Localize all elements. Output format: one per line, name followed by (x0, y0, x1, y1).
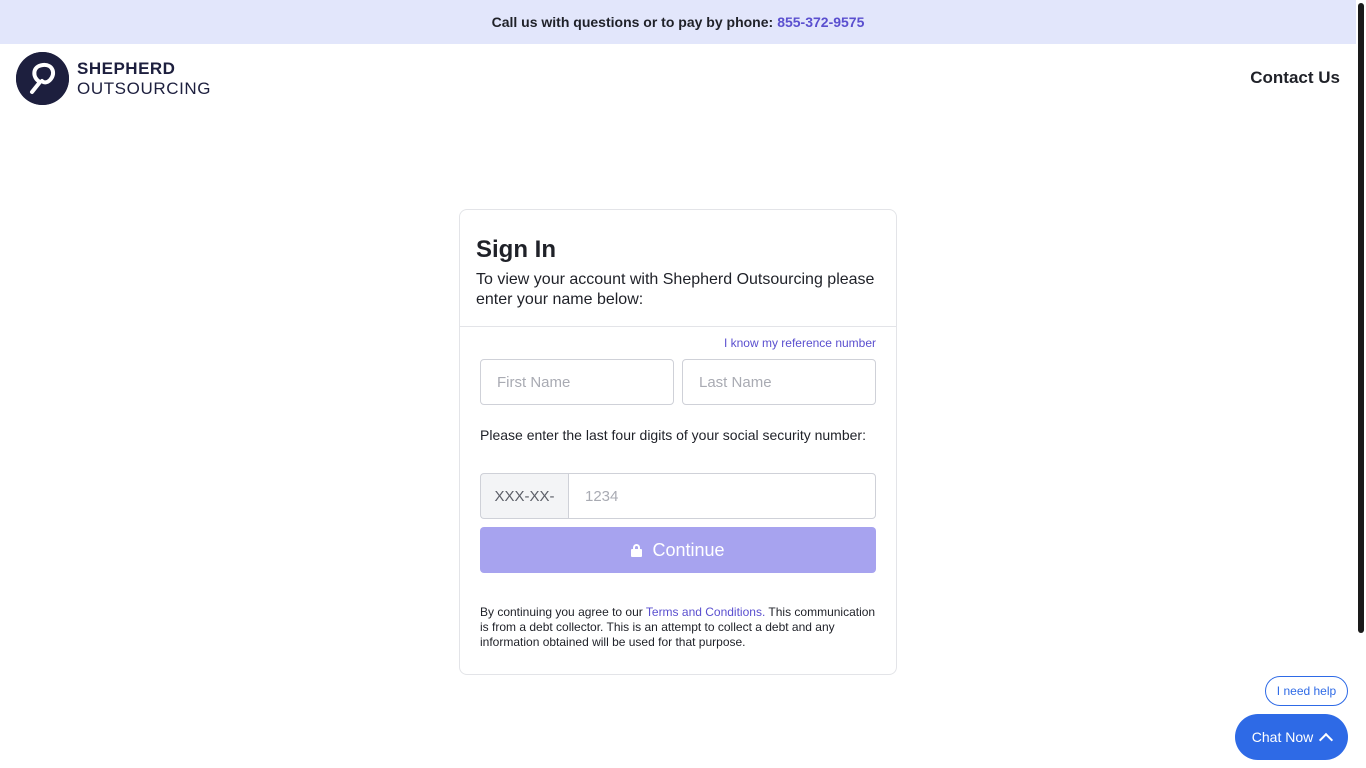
contact-us-link[interactable]: Contact Us (1250, 68, 1340, 88)
ssn-prefix: XXX-XX- (480, 473, 568, 519)
logo-line2: OUTSOURCING (77, 78, 212, 98)
continue-button[interactable]: Continue (480, 527, 876, 573)
logo-icon (16, 52, 69, 105)
last-name-input[interactable] (682, 359, 876, 405)
name-fields (480, 359, 876, 405)
phone-link[interactable]: 855-372-9575 (777, 14, 864, 30)
chevron-up-icon (1319, 732, 1334, 747)
logo-text: SHEPHERD OUTSOURCING (77, 59, 211, 99)
chat-now-label: Chat Now (1251, 729, 1314, 745)
scrollbar-thumb[interactable] (1358, 3, 1364, 633)
reference-number-link[interactable]: I know my reference number (724, 336, 876, 350)
top-banner: Call us with questions or to pay by phon… (0, 0, 1356, 44)
ssn-last-four-input[interactable] (568, 473, 876, 519)
logo-line1: SHEPHERD (77, 58, 176, 78)
banner-text: Call us with questions or to pay by phon… (491, 14, 774, 30)
ssn-field-group: XXX-XX- (480, 473, 876, 519)
sign-in-card: Sign In To view your account with Shephe… (459, 209, 897, 675)
disclaimer-before: By continuing you agree to our (480, 605, 646, 619)
first-name-input[interactable] (480, 359, 674, 405)
terms-link[interactable]: Terms and Conditions. (646, 605, 765, 619)
sign-in-subtitle: To view your account with Shepherd Outso… (476, 271, 875, 308)
logo[interactable]: SHEPHERD OUTSOURCING (16, 52, 211, 105)
ssn-label: Please enter the last four digits of you… (480, 427, 866, 443)
site-header: SHEPHERD OUTSOURCING Contact Us (0, 44, 1356, 114)
card-header: Sign In To view your account with Shephe… (460, 210, 896, 327)
continue-label: Continue (652, 539, 725, 560)
need-help-button[interactable]: I need help (1265, 676, 1348, 706)
disclaimer: By continuing you agree to our Terms and… (480, 605, 880, 650)
lock-icon (631, 543, 643, 557)
chat-now-button[interactable]: Chat Now (1235, 714, 1348, 760)
page-title: Sign In (476, 236, 556, 263)
